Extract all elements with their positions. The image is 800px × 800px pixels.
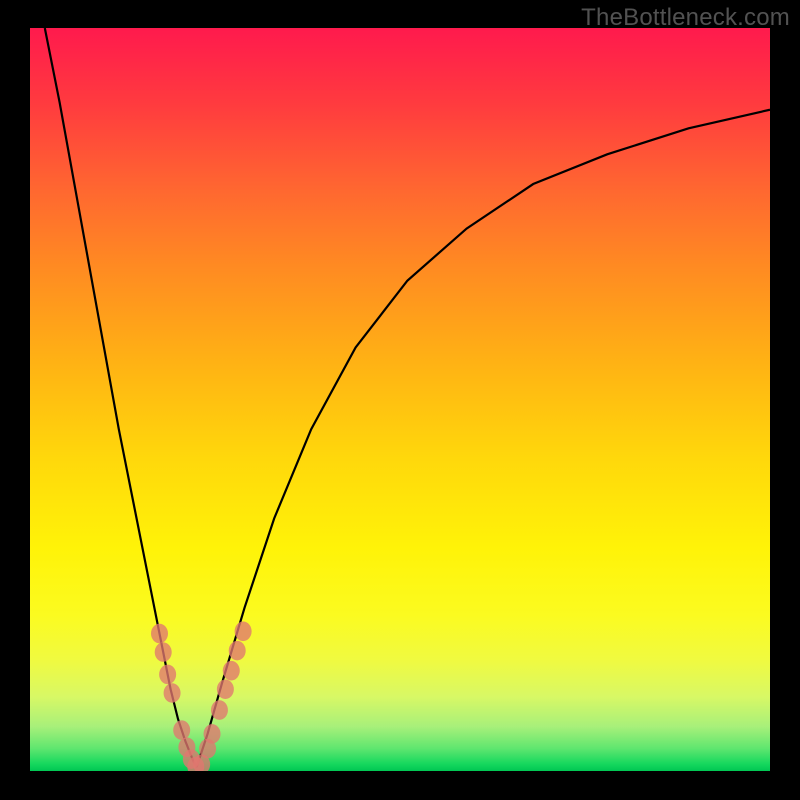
bottleneck-curve xyxy=(30,28,770,771)
data-dot xyxy=(235,622,252,642)
curve-right-branch xyxy=(197,110,771,768)
data-dot xyxy=(204,724,221,744)
data-dot xyxy=(211,700,228,720)
data-dot xyxy=(173,720,190,740)
plot-area xyxy=(30,28,770,771)
data-dot xyxy=(164,683,181,703)
watermark-text: TheBottleneck.com xyxy=(581,4,790,32)
data-dot xyxy=(217,679,234,699)
data-dot xyxy=(155,642,172,662)
data-dot xyxy=(223,661,240,681)
data-dot xyxy=(159,665,176,685)
data-dots xyxy=(151,622,252,771)
chart-frame: TheBottleneck.com xyxy=(0,0,800,800)
curve-left-branch xyxy=(45,28,197,767)
data-dot xyxy=(151,624,168,644)
data-dot xyxy=(229,641,246,661)
